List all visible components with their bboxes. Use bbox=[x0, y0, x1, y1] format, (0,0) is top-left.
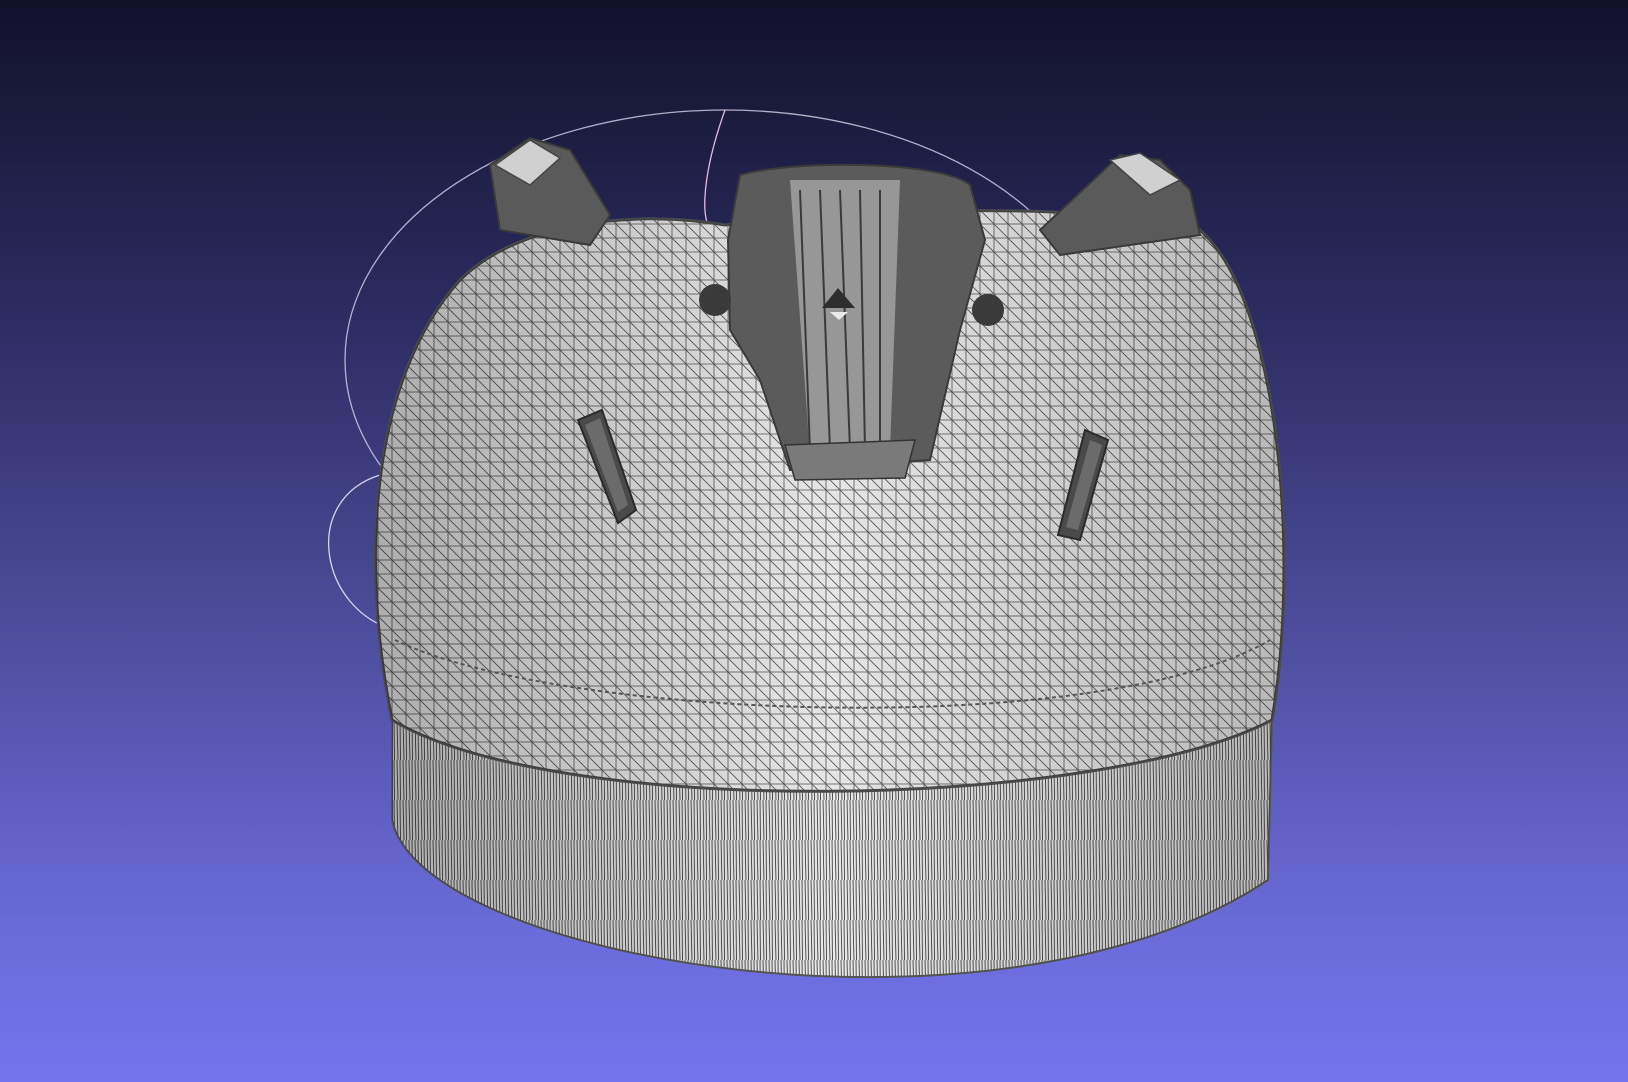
mesh-scene[interactable] bbox=[0, 0, 1628, 1082]
left-corner-post bbox=[488, 136, 612, 247]
3d-viewport[interactable] bbox=[0, 0, 1628, 1082]
